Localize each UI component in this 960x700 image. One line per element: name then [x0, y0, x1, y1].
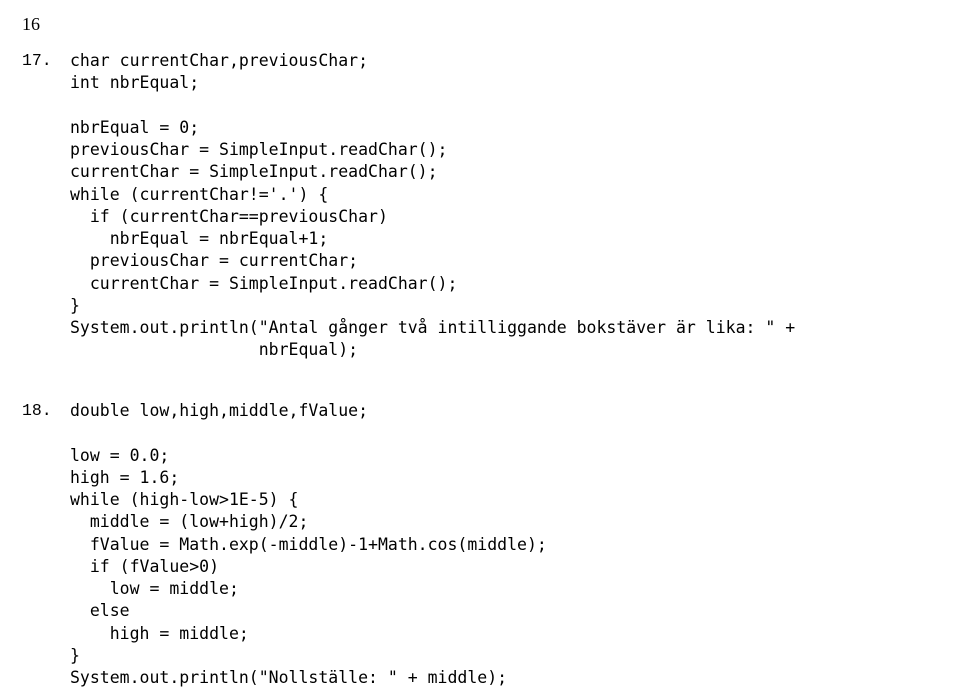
code-line: while (currentChar!='.') { — [70, 185, 328, 204]
code-line: high = 1.6; — [70, 468, 179, 487]
code-line: System.out.println("Nollställe: " + midd… — [70, 668, 507, 687]
code-line: nbrEqual = nbrEqual+1; — [70, 229, 328, 248]
code-line: previousChar = SimpleInput.readChar(); — [70, 140, 448, 159]
code-line: else — [70, 601, 130, 620]
code-line: middle = (low+high)/2; — [70, 512, 308, 531]
page-number: 16 — [22, 12, 40, 36]
code-line: previousChar = currentChar; — [70, 251, 358, 270]
code-line: while (high-low>1E-5) { — [70, 490, 298, 509]
code-line: low = middle; — [70, 579, 239, 598]
code-line: int nbrEqual; — [70, 73, 199, 92]
code-line: } — [70, 296, 80, 315]
code-line: } — [70, 646, 80, 665]
code-line: low = 0.0; — [70, 446, 169, 465]
code-line: char currentChar,previousChar; — [70, 51, 368, 70]
code-block-17: char currentChar,previousChar; int nbrEq… — [70, 50, 795, 362]
code-line: if (currentChar==previousChar) — [70, 207, 388, 226]
item-18-label: 18. — [22, 400, 52, 422]
code-line: double low,high,middle,fValue; — [70, 401, 368, 420]
code-line: currentChar = SimpleInput.readChar(); — [70, 274, 457, 293]
code-line: currentChar = SimpleInput.readChar(); — [70, 162, 438, 181]
code-block-18: double low,high,middle,fValue; low = 0.0… — [70, 400, 547, 689]
code-line: nbrEqual); — [70, 340, 358, 359]
code-line: high = middle; — [70, 624, 249, 643]
code-line: System.out.println("Antal gånger två int… — [70, 318, 795, 337]
code-line: if (fValue>0) — [70, 557, 219, 576]
item-17-label: 17. — [22, 50, 52, 72]
code-line: fValue = Math.exp(-middle)-1+Math.cos(mi… — [70, 535, 547, 554]
code-line: nbrEqual = 0; — [70, 118, 199, 137]
